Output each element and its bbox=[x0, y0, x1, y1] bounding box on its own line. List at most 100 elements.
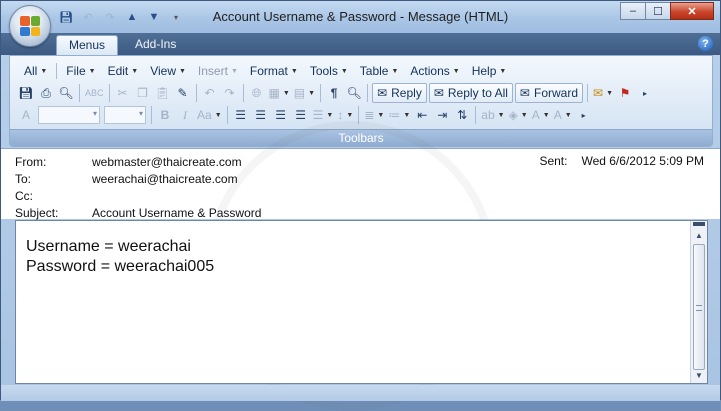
toolbar-separator bbox=[226, 106, 228, 124]
toolbar-overflow-icon[interactable]: ▸ bbox=[635, 83, 655, 103]
menu-file[interactable]: File ▼ bbox=[60, 63, 101, 79]
menu-actions[interactable]: Actions ▼ bbox=[404, 63, 465, 79]
line-spacing-icon[interactable]: ↕ ▼ bbox=[335, 105, 355, 125]
sent-row: Sent: Wed 6/6/2012 5:09 PM bbox=[539, 154, 704, 168]
shading-icon[interactable]: ◈ ▼ bbox=[507, 105, 530, 125]
scroll-down-icon[interactable]: ▼ bbox=[691, 368, 707, 382]
copy-icon[interactable]: ❐ bbox=[133, 83, 153, 103]
menu-format[interactable]: Format ▼ bbox=[244, 63, 304, 79]
align-right-icon[interactable]: ☰ bbox=[271, 105, 291, 125]
ribbon-panel: All ▼ File ▼ Edit ▼ View ▼ Insert ▼ Format ▼ T… bbox=[9, 55, 713, 147]
menu-help[interactable]: Help ▼ bbox=[466, 63, 513, 79]
subject-value: Account Username & Password bbox=[92, 206, 262, 220]
menu-insert[interactable]: Insert ▼ bbox=[192, 63, 244, 79]
office-button[interactable] bbox=[9, 5, 51, 47]
hyperlink-icon[interactable]: 🌐︎ bbox=[247, 83, 267, 103]
sort-icon[interactable]: ⇅ bbox=[452, 105, 472, 125]
increase-indent-icon[interactable]: ⇥ bbox=[432, 105, 452, 125]
menu-edit[interactable]: Edit ▼ bbox=[102, 63, 145, 79]
sent-label: Sent: bbox=[539, 154, 568, 168]
tab-menus[interactable]: Menus bbox=[56, 35, 119, 55]
format-painter-icon[interactable]: ✎ bbox=[173, 83, 193, 103]
undo-icon[interactable]: ↶ bbox=[200, 83, 220, 103]
redo-icon[interactable]: ↷ bbox=[220, 83, 240, 103]
ribbon-tab-bar: Menus Add-Ins ? bbox=[1, 33, 720, 55]
from-value[interactable]: webmaster@thaicreate.com bbox=[92, 154, 242, 170]
categorize-icon[interactable]: ✉ ▼ bbox=[591, 83, 615, 103]
follow-up-flag-icon[interactable]: ⚑ bbox=[615, 83, 635, 103]
text-effects-icon[interactable]: A ▼ bbox=[552, 105, 574, 125]
scroll-up-icon[interactable]: ▲ bbox=[691, 228, 707, 242]
distributed-icon[interactable]: ☰ ▼ bbox=[311, 105, 336, 125]
menu-tools-label: Tools bbox=[309, 64, 338, 78]
minimize-button[interactable]: – bbox=[620, 2, 646, 20]
styles-icon[interactable]: A bbox=[16, 105, 36, 125]
table-icon[interactable]: ▤ ▼ bbox=[292, 83, 317, 103]
change-case-icon[interactable]: Aa ▼ bbox=[195, 105, 224, 125]
scroll-thumb[interactable] bbox=[693, 244, 705, 370]
font-name-combo[interactable] bbox=[38, 106, 100, 124]
highlight-icon[interactable]: ab ▼ bbox=[479, 105, 506, 125]
numbering-icon[interactable]: ≣ ▼ bbox=[362, 105, 386, 125]
spelling-icon[interactable]: ABC bbox=[83, 83, 106, 103]
title-bar: 💾︎ ↶ ↷ ▲ ▼ ▾ Account Username & Password… bbox=[1, 1, 720, 47]
save-icon[interactable]: 💾︎ bbox=[16, 83, 36, 103]
toolbar-separator bbox=[108, 84, 110, 102]
vertical-scrollbar[interactable]: ▲ ▼ bbox=[690, 221, 707, 383]
to-label: To: bbox=[15, 172, 32, 186]
justify-icon[interactable]: ☰ bbox=[291, 105, 311, 125]
status-bar bbox=[1, 385, 720, 401]
italic-icon[interactable]: I bbox=[175, 105, 195, 125]
reply-button[interactable]: ✉ Reply bbox=[372, 83, 427, 103]
window-title: Account Username & Password - Message (H… bbox=[212, 9, 509, 24]
cut-icon[interactable]: ✂ bbox=[113, 83, 133, 103]
menu-view[interactable]: View ▼ bbox=[144, 63, 192, 79]
reply-icon: ✉ bbox=[377, 86, 388, 100]
menu-actions-label: Actions bbox=[410, 64, 450, 78]
help-icon[interactable]: ? bbox=[698, 36, 713, 51]
message-header: From: webmaster@thaicreate.com To: weera… bbox=[1, 148, 720, 220]
print-preview-icon[interactable]: 🔍︎ bbox=[56, 83, 76, 103]
toolbar-separator bbox=[475, 106, 477, 124]
bold-icon[interactable]: B bbox=[155, 105, 175, 125]
sent-value: Wed 6/6/2012 5:09 PM bbox=[581, 154, 704, 168]
to-value[interactable]: weerachai@thaicreate.com bbox=[92, 171, 238, 187]
bullets-icon[interactable]: ≔ ▼ bbox=[386, 105, 412, 125]
body-line: Username = weerachai bbox=[26, 238, 191, 255]
close-button[interactable]: ✕ bbox=[670, 2, 714, 20]
message-body[interactable]: Username = weerachai Password = weeracha… bbox=[15, 220, 708, 384]
toolbar-overflow-icon[interactable]: ▸ bbox=[574, 105, 594, 125]
print-icon[interactable]: ⎙ bbox=[36, 83, 56, 103]
menu-file-label: File bbox=[66, 64, 86, 78]
menu-all[interactable]: All ▼ bbox=[18, 63, 53, 79]
menu-view-label: View bbox=[150, 64, 176, 78]
toolbar-separator bbox=[151, 106, 152, 124]
align-left-icon[interactable]: ☰ bbox=[231, 105, 251, 125]
forward-button[interactable]: ✉ Forward bbox=[514, 83, 583, 103]
cc-label: Cc: bbox=[15, 189, 33, 203]
forward-label: Forward bbox=[533, 86, 578, 100]
toolbar-separator bbox=[320, 84, 322, 102]
maximize-button[interactable]: ☐ bbox=[645, 2, 671, 20]
toolbar-separator bbox=[358, 106, 360, 124]
font-color-icon[interactable]: A ▼ bbox=[530, 105, 552, 125]
toolbar-separator bbox=[79, 84, 80, 102]
tab-add-ins[interactable]: Add-Ins bbox=[123, 35, 188, 55]
decrease-indent-icon[interactable]: ⇤ bbox=[412, 105, 432, 125]
reply-all-button[interactable]: ✉ Reply to All bbox=[428, 83, 513, 103]
office-logo-icon bbox=[20, 16, 40, 36]
formatting-toolbar: A B I Aa▼ ☰ ☰ ☰ ☰ ☰▼ ↕▼ ≣▼ ≔▼ ⇤ ⇥ ⇅ ab▼ … bbox=[16, 104, 594, 126]
zoom-icon[interactable]: 🔍︎ bbox=[344, 83, 364, 103]
menu-table[interactable]: Table ▼ bbox=[354, 63, 405, 79]
menu-table-label: Table bbox=[359, 64, 389, 78]
font-size-combo[interactable] bbox=[104, 106, 146, 124]
reply-all-label: Reply to All bbox=[447, 86, 508, 100]
toolbar-separator bbox=[367, 84, 369, 102]
paste-icon[interactable]: 📋︎ bbox=[153, 83, 173, 103]
align-center-icon[interactable]: ☰ bbox=[251, 105, 271, 125]
border-icon[interactable]: ▦ ▼ bbox=[267, 83, 292, 103]
from-label: From: bbox=[15, 155, 47, 169]
menu-tools[interactable]: Tools ▼ bbox=[304, 63, 354, 79]
show-formatting-icon[interactable]: ¶ bbox=[324, 83, 344, 103]
split-handle[interactable] bbox=[693, 222, 705, 226]
